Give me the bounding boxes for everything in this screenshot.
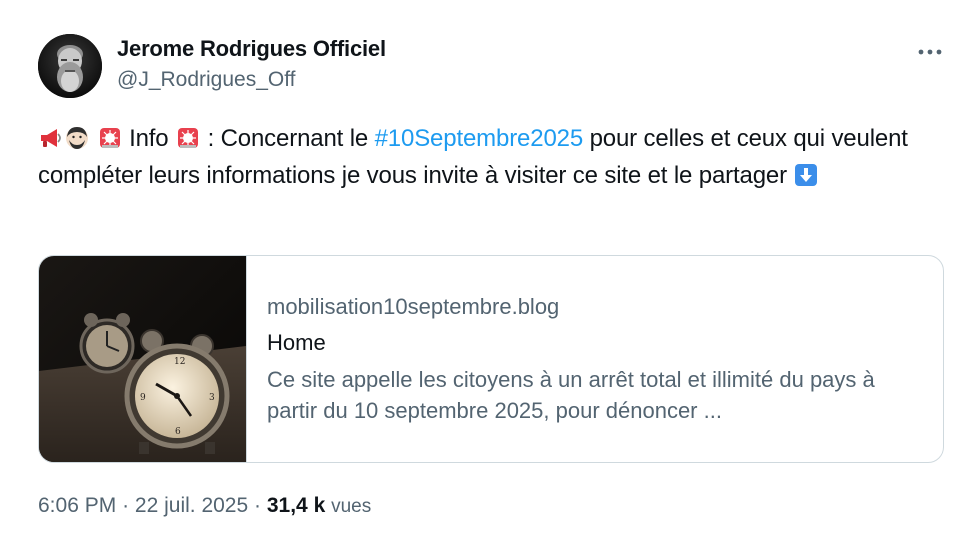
man-emoji-icon (65, 126, 89, 150)
tweet-text: Info : Concernant le #10Septembre2025 po… (38, 120, 918, 194)
megaphone-icon (39, 126, 63, 150)
link-preview-card[interactable]: 12 3 6 9 mobilisation10septembre.blog Ho… (38, 255, 944, 463)
down-arrow-emoji-icon (794, 163, 818, 187)
author-display-name[interactable]: Jerome Rodrigues Officiel (117, 36, 386, 62)
meta-separator: · (254, 494, 262, 517)
tweet-text-prefix: : Concernant le (207, 125, 369, 152)
more-horizontal-icon (918, 49, 942, 55)
svg-text:12: 12 (174, 357, 185, 367)
rotating-light-icon (176, 126, 200, 150)
views-label: vues (331, 496, 372, 517)
views-count: 31,4 k (266, 494, 326, 517)
link-card-domain: mobilisation10septembre.blog (267, 294, 560, 319)
link-card-title: Home (267, 330, 326, 355)
link-card-description: Ce site appelle les citoyens à un arrêt … (267, 367, 875, 423)
svg-text:9: 9 (140, 393, 146, 403)
tweet-time[interactable]: 6:06 PM (38, 494, 116, 517)
rotating-light-icon (98, 126, 122, 150)
meta-separator: · (122, 494, 130, 517)
hashtag-link[interactable]: #10Septembre2025 (375, 125, 584, 152)
tweet-date[interactable]: 22 juil. 2025 (135, 494, 248, 517)
svg-text:6: 6 (175, 427, 181, 437)
author-avatar[interactable] (38, 34, 102, 98)
bearded-man-portrait-icon (38, 34, 102, 98)
author-handle[interactable]: @J_Rodrigues_Off (117, 68, 296, 92)
alarm-clock-image: 12 3 6 9 (39, 256, 247, 462)
svg-text:3: 3 (209, 393, 215, 403)
tweet-text-info: Info (129, 125, 169, 152)
more-options-button[interactable] (910, 40, 950, 64)
tweet-meta: 6:06 PM · 22 juil. 2025 · 31,4 k vues (38, 494, 371, 518)
